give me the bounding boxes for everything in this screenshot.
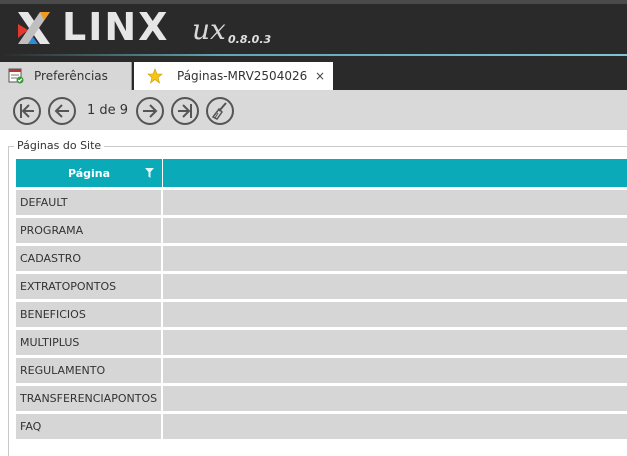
cell-pagina: REGULAMENTO [16,358,163,383]
cell-empty [163,358,627,383]
first-page-icon[interactable] [12,96,42,126]
tab-paginas[interactable]: Páginas-MRV2504026 × [134,62,333,90]
cell-pagina: DEFAULT [16,190,163,215]
previous-page-icon[interactable] [47,96,77,126]
tab-preferencias[interactable]: Preferências [0,62,132,90]
grid-header: Página [16,159,627,187]
column-header-pagina[interactable]: Página [16,159,163,187]
preferences-icon [8,68,24,84]
cell-empty [163,414,627,439]
last-page-icon[interactable] [170,96,200,126]
pagination-toolbar: 1 de 9 [0,90,627,130]
table-row[interactable]: BENEFICIOS [16,299,627,327]
column-header-label: Página [67,166,111,180]
cell-pagina: TRANSFERENCIAPONTOS [16,386,163,411]
cell-empty [163,386,627,411]
star-icon [147,68,163,84]
cell-empty [163,302,627,327]
cell-pagina: CADASTRO [16,246,163,271]
cell-empty [163,218,627,243]
tab-label: Preferências [34,69,108,83]
cell-empty [163,330,627,355]
pages-grid: Página DEFAULT PROGRAMA CADASTRO EXTRATO… [16,159,627,439]
cell-pagina: EXTRATOPONTOS [16,274,163,299]
cell-empty [163,274,627,299]
cell-pagina: MULTIPLUS [16,330,163,355]
table-row[interactable]: REGULAMENTO [16,355,627,383]
column-header-empty [163,159,627,187]
next-page-icon[interactable] [135,96,165,126]
filter-icon[interactable] [145,168,154,178]
table-row[interactable]: PROGRAMA [16,215,627,243]
table-row[interactable]: FAQ [16,411,627,439]
table-row[interactable]: EXTRATOPONTOS [16,271,627,299]
groupbox-legend: Páginas do Site [14,139,105,152]
cell-empty [163,246,627,271]
cell-pagina: FAQ [16,414,163,439]
table-row[interactable]: MULTIPLUS [16,327,627,355]
grid-body: DEFAULT PROGRAMA CADASTRO EXTRATOPONTOS … [16,187,627,439]
app-header: LINX ux 0.8.0.3 [0,0,627,62]
table-row[interactable]: DEFAULT [16,187,627,215]
linx-logo-icon [18,12,50,44]
header-accent-line [0,54,627,56]
version-label: 0.8.0.3 [228,33,272,46]
cell-pagina: PROGRAMA [16,218,163,243]
table-row[interactable]: TRANSFERENCIAPONTOS [16,383,627,411]
tab-bar: Preferências Páginas-MRV2504026 × [0,62,627,90]
brand-name: LINX [62,5,170,49]
cell-pagina: BENEFICIOS [16,302,163,327]
cell-empty [163,190,627,215]
close-tab-icon[interactable]: × [315,69,325,83]
tab-label: Páginas-MRV2504026 [177,69,308,83]
product-name: ux [192,13,226,46]
table-row[interactable]: CADASTRO [16,243,627,271]
clear-icon[interactable] [205,96,235,126]
page-indicator: 1 de 9 [87,103,129,118]
